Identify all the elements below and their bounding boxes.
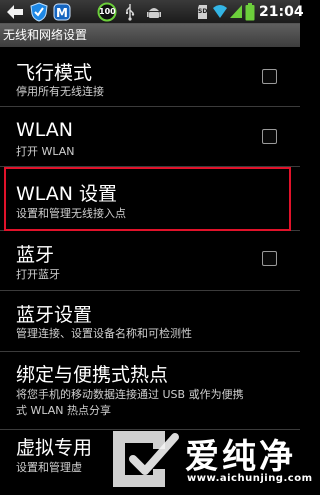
list-item-summary-line2: 式 WLAN 热点分享 [16, 404, 112, 417]
battery-icon [245, 3, 255, 21]
android-debug-icon [147, 8, 161, 18]
list-item-summary-line1: 将您手机的移动数据连接通过 USB 或作为便携 [16, 388, 244, 401]
list-item-title: 蓝牙 [16, 244, 55, 266]
page-title: 无线和网络设置 [0, 24, 300, 47]
maxthon-icon: M [53, 3, 71, 21]
list-item-title: WLAN 设置 [16, 183, 118, 205]
list-item-summary: 打开蓝牙 [16, 268, 60, 281]
list-item-summary: 设置和管理无线接入点 [16, 207, 126, 220]
list-item-wlan[interactable]: WLAN 打开 WLAN [0, 107, 300, 167]
list-item-summary: 管理连接、设置设备名称和可检测性 [16, 327, 192, 340]
sd-label: SD [198, 8, 208, 15]
airplane-mode-checkbox[interactable] [262, 69, 277, 84]
list-item-tethering-hotspot[interactable]: 绑定与便携式热点 将您手机的移动数据连接通过 USB 或作为便携 式 WLAN … [0, 352, 300, 430]
list-item-wlan-settings[interactable]: WLAN 设置 设置和管理无线接入点 [0, 167, 300, 231]
status-bar: M 100 SD 21:04 [0, 0, 304, 24]
list-item-title: 绑定与便携式热点 [16, 364, 169, 386]
watermark: 爱纯净 www.aichunjing.com [103, 423, 312, 495]
battery-badge-text: 100 [99, 7, 116, 16]
list-item-title: 虚拟专用 [16, 437, 93, 459]
watermark-logo-icon [113, 431, 179, 487]
list-item-bluetooth[interactable]: 蓝牙 打开蓝牙 [0, 231, 300, 291]
status-time: 21:04 [259, 4, 304, 20]
list-item-bluetooth-settings[interactable]: 蓝牙设置 管理连接、设置设备名称和可检测性 [0, 291, 300, 352]
watermark-text: 爱纯净 [185, 437, 296, 477]
list-item-summary: 停用所有无线连接 [16, 85, 104, 98]
list-item-summary: 设置和管理虚 [16, 461, 82, 474]
wifi-icon [213, 5, 227, 18]
shield-icon [30, 2, 48, 22]
list-item-summary: 打开 WLAN [16, 145, 75, 158]
svg-text:M: M [56, 6, 68, 20]
usb-icon [126, 4, 135, 21]
back-arrow-icon [7, 5, 23, 19]
list-item-title: WLAN [16, 119, 74, 141]
watermark-url: www.aichunjing.com [187, 473, 313, 484]
bluetooth-checkbox[interactable] [262, 251, 277, 266]
wlan-checkbox[interactable] [262, 129, 277, 144]
list-item-title: 蓝牙设置 [16, 304, 93, 326]
list-item-title: 飞行模式 [16, 62, 93, 84]
list-item-airplane-mode[interactable]: 飞行模式 停用所有无线连接 [0, 47, 300, 107]
signal-icon [230, 5, 242, 18]
